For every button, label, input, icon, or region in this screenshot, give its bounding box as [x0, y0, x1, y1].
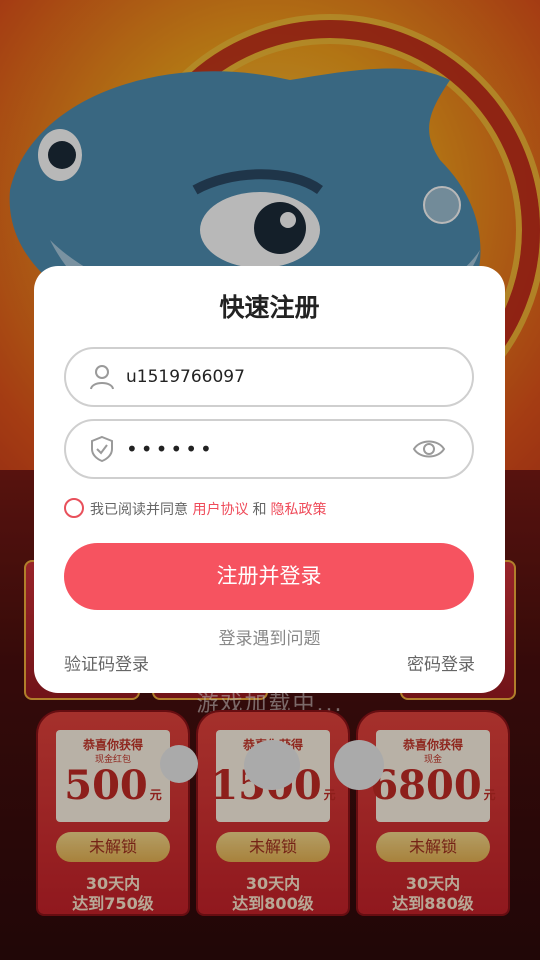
eye-icon[interactable] — [412, 435, 446, 463]
password-login-link[interactable]: 密码登录 — [407, 650, 475, 675]
privacy-policy-link[interactable]: 隐私政策 — [270, 502, 326, 518]
user-agreement-link[interactable]: 用户协议 — [192, 502, 248, 518]
agreement-and: 和 — [252, 502, 267, 518]
password-value[interactable]: •••••• — [126, 421, 215, 477]
user-icon — [90, 365, 114, 390]
password-field[interactable]: •••••• — [64, 419, 474, 479]
register-and-login-button[interactable]: 注册并登录 — [64, 543, 474, 610]
username-field[interactable]: u1519766097 — [64, 347, 474, 407]
dialog-title: 快速注册 — [219, 293, 320, 322]
agreement-prefix: 我已阅读并同意 — [90, 502, 188, 518]
agreement-row: 我已阅读并同意 用户协议和隐私政策 — [64, 498, 326, 521]
register-dialog: 快速注册 u1519766097 •••••• 我已阅读并同意 用户协议和隐私政… — [34, 266, 505, 693]
username-value[interactable]: u1519766097 — [126, 349, 245, 405]
agreement-radio[interactable] — [64, 498, 84, 518]
shield-icon — [91, 435, 113, 463]
sms-login-link[interactable]: 验证码登录 — [64, 650, 149, 675]
login-problem-link[interactable]: 登录遇到问题 — [34, 624, 505, 649]
